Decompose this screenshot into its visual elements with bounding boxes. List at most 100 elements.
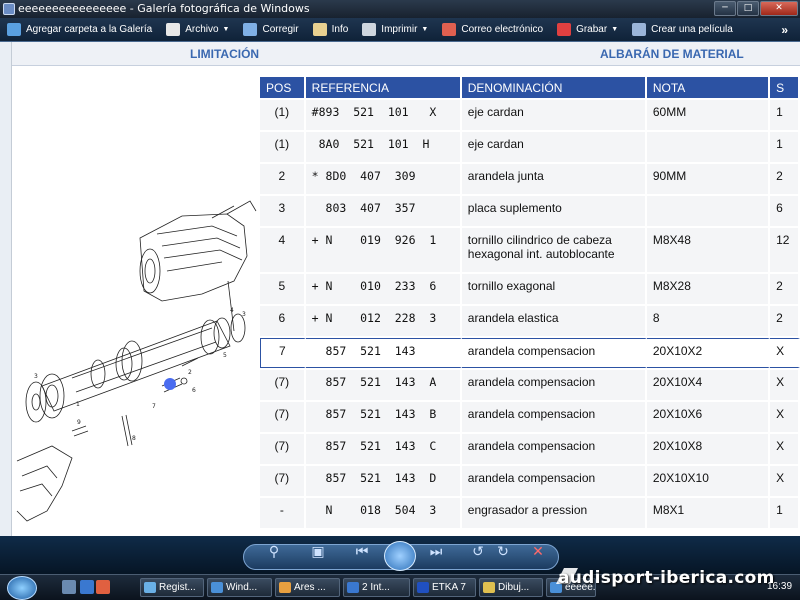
taskbar-clock[interactable]: 16:39 — [767, 581, 792, 592]
delete-icon[interactable]: ✕ — [526, 541, 550, 563]
svg-text:9: 9 — [77, 419, 81, 426]
cell-ref: 857 521 143 A — [305, 370, 462, 400]
header-albaran: ALBARÁN DE MATERIAL — [600, 47, 744, 61]
cell-nota: M8X28 — [646, 274, 771, 304]
table-row[interactable]: 3 803 407 357 placa suplemento 6 — [260, 196, 800, 226]
cell-ref: 8A0 521 101 H — [305, 132, 462, 162]
cell-st: X — [770, 338, 800, 368]
cell-st: 6 — [770, 196, 800, 226]
show-desktop-icon[interactable] — [62, 580, 76, 594]
app-icon — [279, 582, 291, 593]
taskbar-button[interactable]: 2 Int... — [343, 578, 410, 597]
table-row[interactable]: (1) #893 521 101 Xeje cardan 60MM 1 — [260, 100, 800, 130]
svg-text:4: 4 — [230, 307, 234, 314]
svg-text:3: 3 — [34, 373, 38, 380]
maximize-button[interactable]: □ — [737, 1, 759, 16]
quick-launch-app-icon[interactable] — [96, 580, 110, 594]
table-row[interactable]: (7) 857 521 143 Aarandela compensacion 20… — [260, 370, 800, 400]
taskbar-button-label: Regist... — [159, 582, 196, 593]
cell-nota: M8X48 — [646, 228, 771, 272]
taskbar-button-label: 2 Int... — [362, 582, 390, 593]
cell-st: X — [770, 434, 800, 464]
add-folder-icon — [7, 23, 21, 36]
toolbar-item-6[interactable]: Grabar ▼ — [550, 20, 625, 40]
cell-st: 2 — [770, 306, 800, 336]
table-row[interactable]: 2 * 8D0 407 309 arandela junta 90MM 2 — [260, 164, 800, 194]
cell-pos: (1) — [260, 132, 306, 162]
table-row[interactable]: - N 018 504 3 engrasador a pression M8X1 1 — [260, 498, 800, 528]
window-title: eeeeeeeeeeeeeeee - Galería fotográfica d… — [18, 2, 310, 15]
cell-den: tornillo cilindrico de cabeza hexagonal … — [461, 228, 647, 272]
watermark-text: audisport-iberica.com — [558, 568, 775, 588]
cell-den: arandela compensacion — [461, 402, 647, 432]
slideshow-button[interactable] — [384, 541, 416, 571]
col-referencia-header: REFERENCIA — [305, 77, 462, 98]
cell-ref: N 018 504 3 — [305, 498, 462, 528]
taskbar-button-label: Ares ... — [294, 582, 326, 593]
table-row[interactable]: (7) 857 521 143 Barandela compensacion 20… — [260, 402, 800, 432]
taskbar-button-label: Dibuj... — [498, 582, 530, 593]
table-row[interactable]: 6 + N 012 228 3 arandela elastica 8 2 — [260, 306, 800, 336]
cell-pos: (1) — [260, 100, 306, 130]
close-button[interactable]: ✕ — [760, 1, 798, 16]
table-row[interactable]: (7) 857 521 143 Darandela compensacion 20… — [260, 466, 800, 496]
cell-st: 1 — [770, 132, 800, 162]
actual-size-icon[interactable]: ▣ — [306, 541, 330, 563]
info-icon — [312, 23, 327, 36]
toolbar-item-2[interactable]: Corregir — [236, 20, 305, 40]
cell-den: arandela junta — [461, 164, 647, 194]
table-row[interactable]: 4 + N 019 926 1 tornillo cilindrico de cab… — [260, 228, 800, 272]
toolbar-overflow-button[interactable]: » — [781, 23, 788, 37]
toolbar-item-label: Corregir — [262, 24, 299, 35]
toolbar-item-5[interactable]: Correo electrónico — [435, 20, 550, 40]
col-st-header: S — [770, 77, 800, 98]
table-row[interactable]: (7) 857 521 143 Carandela compensacion 20… — [260, 434, 800, 464]
window-controls: ─ □ ✕ — [714, 1, 798, 16]
taskbar-button[interactable]: Regist... — [140, 578, 204, 597]
cell-nota: 20X10X8 — [646, 434, 771, 464]
taskbar-button[interactable]: Ares ... — [275, 578, 340, 597]
svg-text:6: 6 — [192, 387, 196, 394]
taskbar-button-label: ETKA 7 — [432, 582, 466, 593]
cell-ref: 857 521 143 B — [305, 402, 462, 432]
cell-nota: M8X1 — [646, 498, 771, 528]
rotate-right-icon[interactable]: ↻ — [491, 541, 515, 563]
minimize-button[interactable]: ─ — [714, 1, 736, 16]
cell-nota: 20X10X6 — [646, 402, 771, 432]
email-icon — [442, 23, 457, 36]
cell-st: X — [770, 402, 800, 432]
taskbar-button[interactable]: Wind... — [207, 578, 272, 597]
previous-icon[interactable]: ⏮ — [350, 541, 374, 563]
burn-disc-icon — [557, 23, 572, 36]
taskbar-button[interactable]: Dibuj... — [479, 578, 543, 597]
cell-pos: 5 — [260, 274, 306, 304]
taskbar-button[interactable]: ETKA 7 — [413, 578, 476, 597]
cell-pos: (7) — [260, 370, 306, 400]
toolbar-item-1[interactable]: Archivo ▼ — [159, 20, 236, 40]
cell-den: arandela compensacion — [461, 338, 647, 368]
table-row[interactable]: 7 857 521 143 arandela compensacion 20X10X… — [260, 338, 800, 368]
chevron-down-icon: ▼ — [222, 26, 230, 33]
command-toolbar: Agregar carpeta a la Galería Archivo ▼ Corr… — [0, 18, 800, 42]
toolbar-item-4[interactable]: Imprimir ▼ — [355, 20, 435, 40]
table-row[interactable]: 5 + N 010 233 6 tornillo exagonal M8X28 2 — [260, 274, 800, 304]
start-button[interactable] — [7, 576, 37, 600]
rotate-left-icon[interactable]: ↺ — [466, 541, 490, 563]
window-titlebar: eeeeeeeeeeeeeeee - Galería fotográfica d… — [0, 0, 800, 18]
table-row[interactable]: (1) 8A0 521 101 Heje cardan 1 — [260, 132, 800, 162]
parts-table-header: POS REFERENCIA DENOMINACIÓN NOTA S — [260, 77, 800, 98]
zoom-icon[interactable]: ⚲ — [262, 541, 286, 563]
next-icon[interactable]: ⏭ — [424, 541, 448, 563]
cell-den: arandela elastica — [461, 306, 647, 336]
cell-ref: 857 521 143 D — [305, 466, 462, 496]
cell-pos: 6 — [260, 306, 306, 336]
toolbar-item-0[interactable]: Agregar carpeta a la Galería — [0, 20, 159, 40]
svg-text:3: 3 — [242, 311, 246, 318]
quick-launch-ie-icon[interactable] — [80, 580, 94, 594]
svg-text:8: 8 — [132, 435, 136, 442]
parts-table-body: (1) #893 521 101 Xeje cardan 60MM 1 (1) 8A0 … — [260, 100, 800, 528]
file-icon — [166, 23, 181, 36]
toolbar-item-7[interactable]: Crear una película — [625, 20, 740, 40]
parts-table: POS REFERENCIA DENOMINACIÓN NOTA S (1) #8… — [260, 75, 800, 530]
toolbar-item-3[interactable]: Info — [306, 20, 356, 40]
